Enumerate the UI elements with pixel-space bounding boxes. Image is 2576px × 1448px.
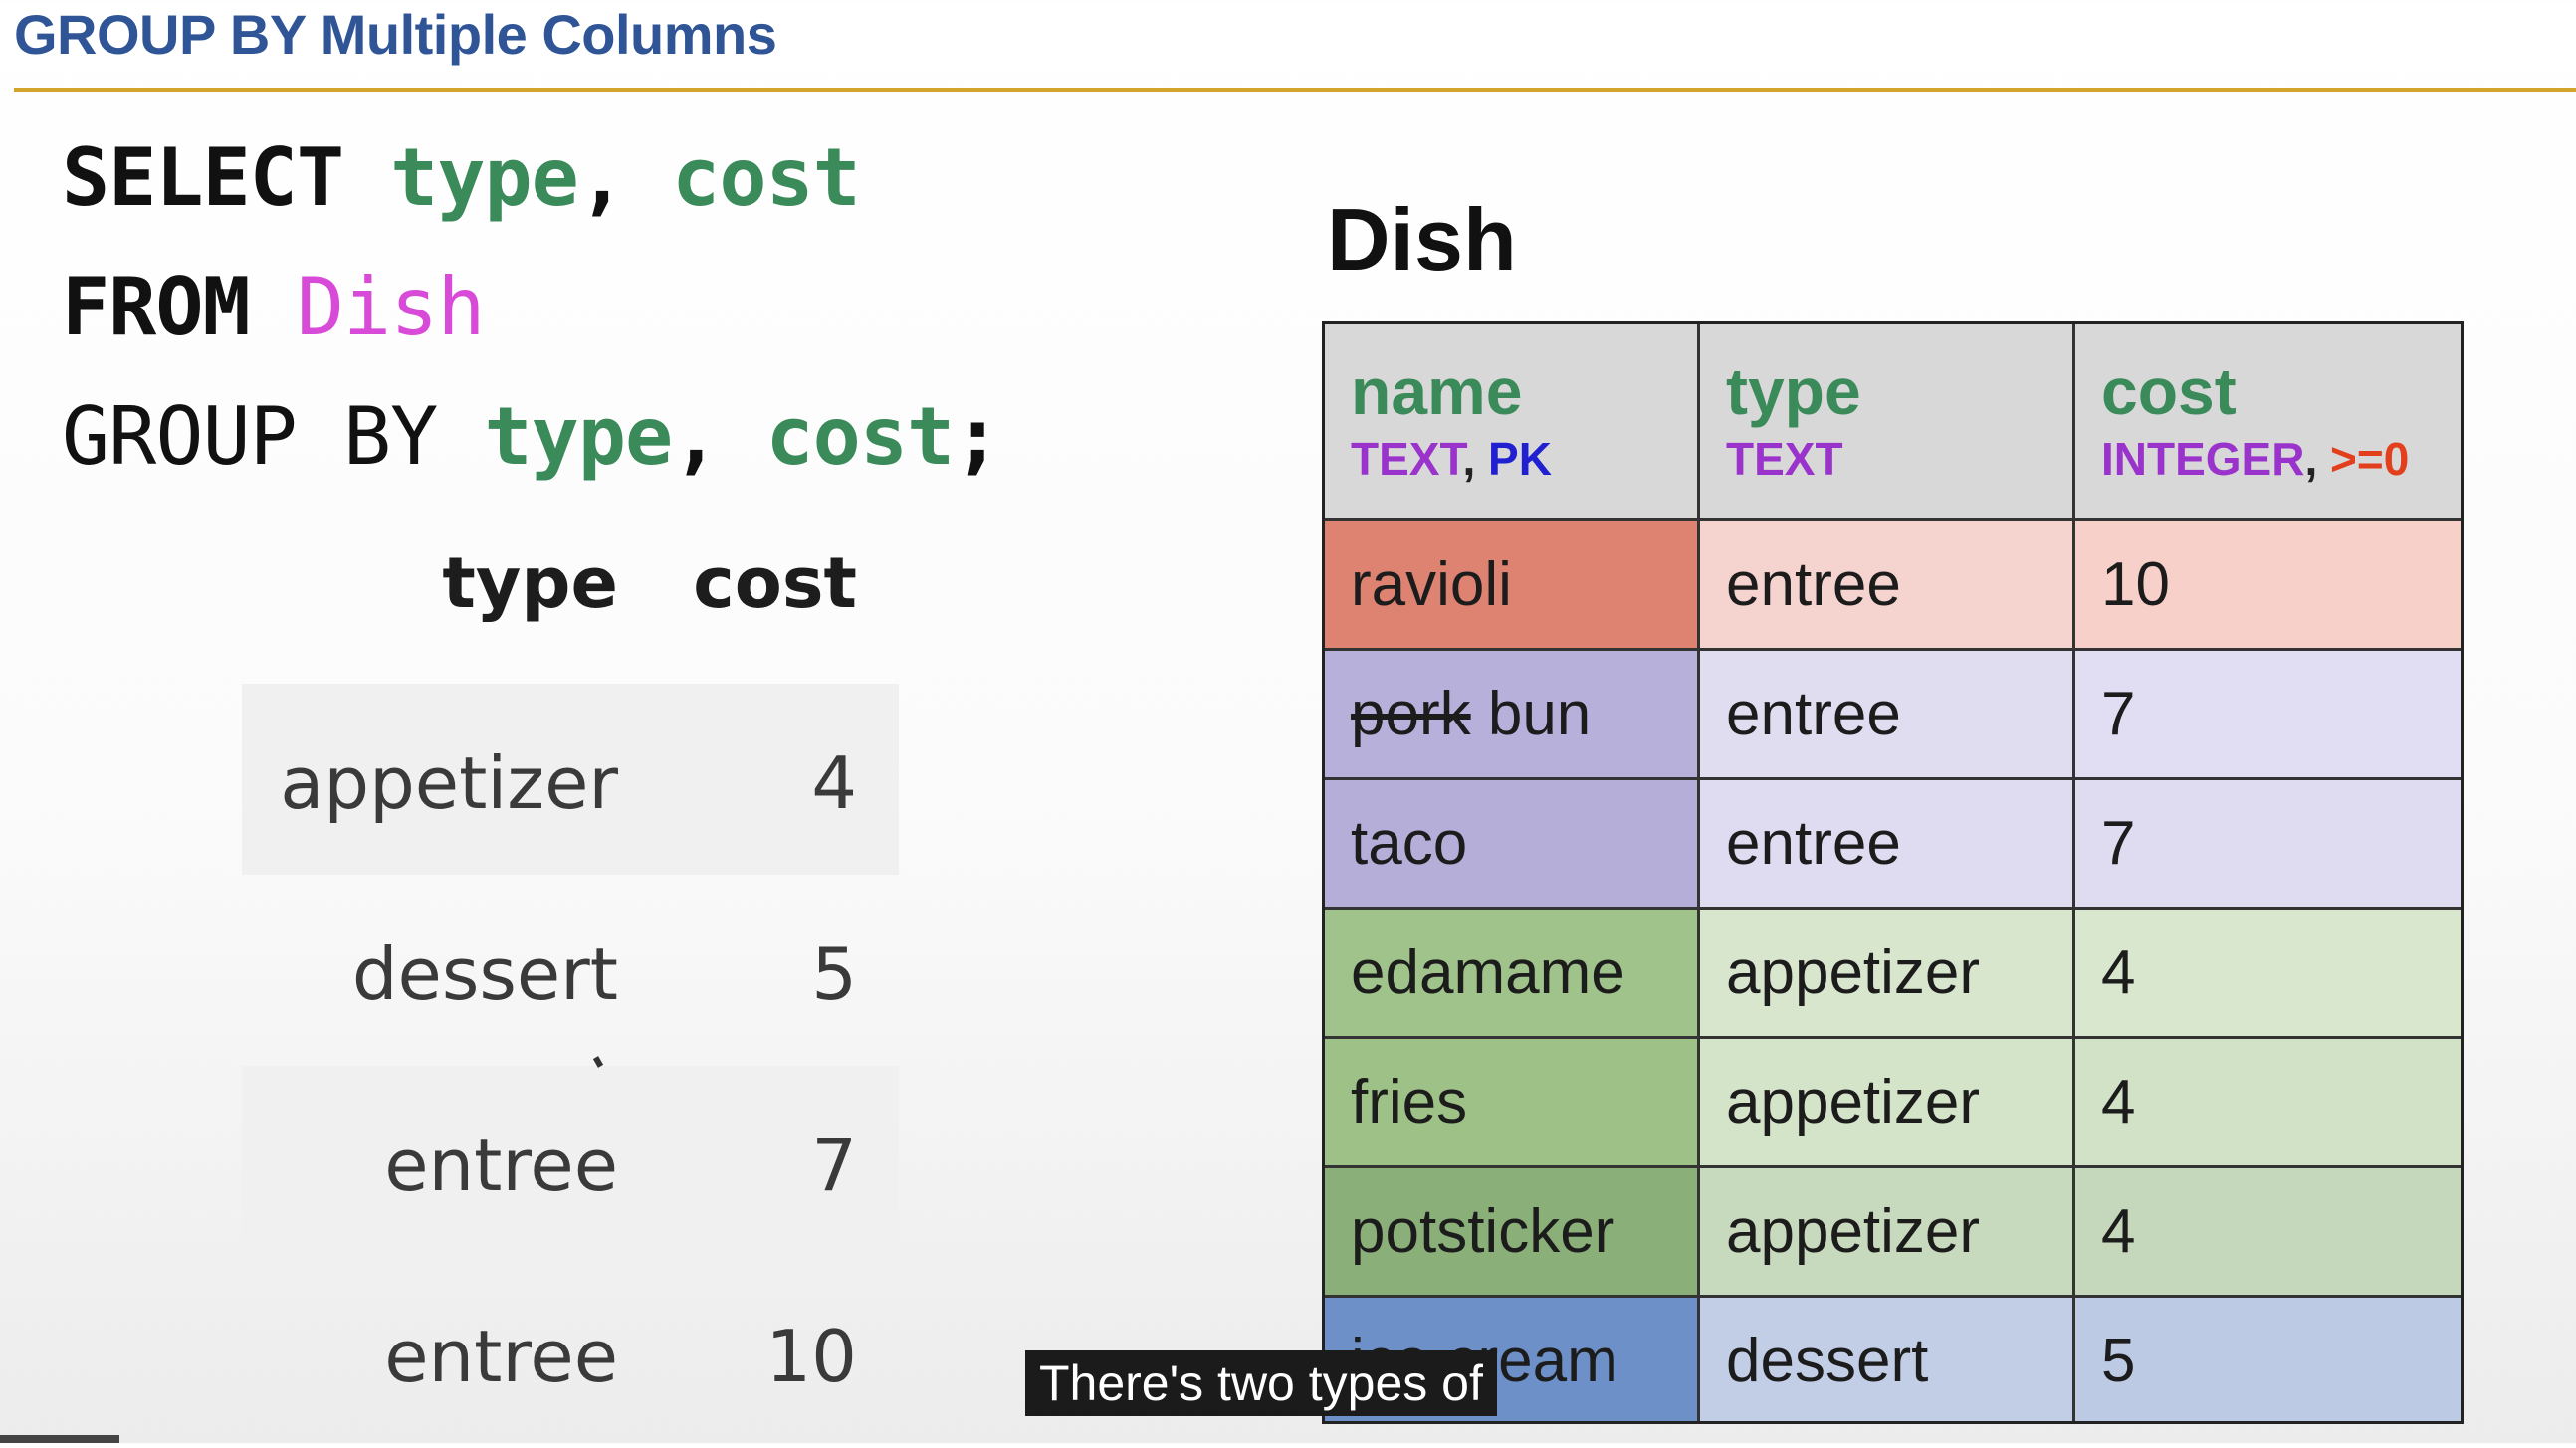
sql-line-group-by: GROUP BY type, cost;	[62, 390, 1001, 483]
dish-cell-type: dessert	[1700, 1298, 2075, 1421]
dish-table: name TEXT, PK type TEXT cost INTEGER, >=…	[1322, 321, 2464, 1424]
group-col-cost: cost	[765, 390, 955, 483]
video-progress-bar[interactable]	[0, 1435, 119, 1443]
comma: ,	[672, 390, 720, 483]
result-cell-cost: 10	[765, 1315, 857, 1398]
dish-cell-cost: 4	[2075, 910, 2461, 1039]
dish-cell-type: appetizer	[1700, 1168, 2075, 1298]
dish-cell-type: appetizer	[1700, 1039, 2075, 1168]
column-name: type	[1726, 354, 1861, 428]
dish-cell-cost: 7	[2075, 780, 2461, 910]
group-col-type: type	[484, 390, 673, 483]
dish-header-cost: cost INTEGER, >=0	[2075, 324, 2461, 521]
result-row: entree 7	[242, 1066, 899, 1257]
result-header-cost: cost	[693, 542, 857, 624]
dish-cell-cost: 5	[2075, 1298, 2461, 1421]
result-cell-cost: 5	[811, 932, 857, 1016]
result-cell-type: entree	[384, 1315, 618, 1398]
column-type: INTEGER	[2101, 433, 2305, 485]
dish-header-type: type TEXT	[1700, 324, 2075, 521]
check-constraint-label: >=0	[2330, 433, 2410, 485]
struck-text: pork	[1351, 680, 1471, 748]
result-header-type: type	[442, 542, 618, 624]
result-row: entree 10	[242, 1257, 899, 1448]
dish-cell-name: ravioli	[1325, 521, 1700, 651]
dish-cell-type: appetizer	[1700, 910, 2075, 1039]
terminator: ;	[954, 390, 1001, 483]
keyword-select: SELECT	[62, 131, 344, 224]
title-divider	[14, 88, 2576, 92]
dish-cell-cost: 7	[2075, 651, 2461, 780]
result-cell-cost: 7	[811, 1124, 857, 1207]
dish-cell-type: entree	[1700, 780, 2075, 910]
slide-title: GROUP BY Multiple Columns	[14, 3, 777, 66]
primary-key-label: PK	[1488, 433, 1552, 485]
dish-cell-cost: 10	[2075, 521, 2461, 651]
dish-cell-name: fries	[1325, 1039, 1700, 1168]
keyword-from: FROM	[62, 261, 251, 353]
sql-line-from: FROM Dish	[62, 261, 486, 353]
result-cell-type: dessert	[351, 932, 618, 1016]
dish-cell-name: pork bun	[1325, 651, 1700, 780]
dish-cell-name: edamame	[1325, 910, 1700, 1039]
result-row: appetizer 4	[242, 684, 899, 875]
video-caption: There's two types of	[1025, 1350, 1497, 1416]
dish-cell-cost: 4	[2075, 1168, 2461, 1298]
column-type: TEXT	[1726, 433, 1843, 485]
sql-line-select: SELECT type, cost	[62, 131, 861, 224]
dish-cell-cost: 4	[2075, 1039, 2461, 1168]
result-cell-type: entree	[384, 1124, 618, 1207]
dish-cell-name: potsticker	[1325, 1168, 1700, 1298]
comma: ,	[577, 131, 626, 224]
dish-cell-type: entree	[1700, 651, 2075, 780]
result-cell-cost: 4	[811, 741, 857, 825]
dish-cell-type: entree	[1700, 521, 2075, 651]
result-row: dessert 5	[242, 875, 899, 1066]
result-cell-type: appetizer	[280, 741, 618, 825]
dish-cell-name: taco	[1325, 780, 1700, 910]
table-name: Dish	[296, 261, 486, 353]
column-type: TEXT	[1351, 433, 1463, 485]
select-col-cost: cost	[672, 131, 861, 224]
column-name: name	[1351, 354, 1523, 428]
select-col-type: type	[390, 131, 579, 224]
column-name: cost	[2101, 354, 2237, 428]
dish-table-title: Dish	[1327, 190, 1517, 289]
keyword-group-by: GROUP BY	[62, 390, 438, 483]
dish-header-name: name TEXT, PK	[1325, 324, 1700, 521]
